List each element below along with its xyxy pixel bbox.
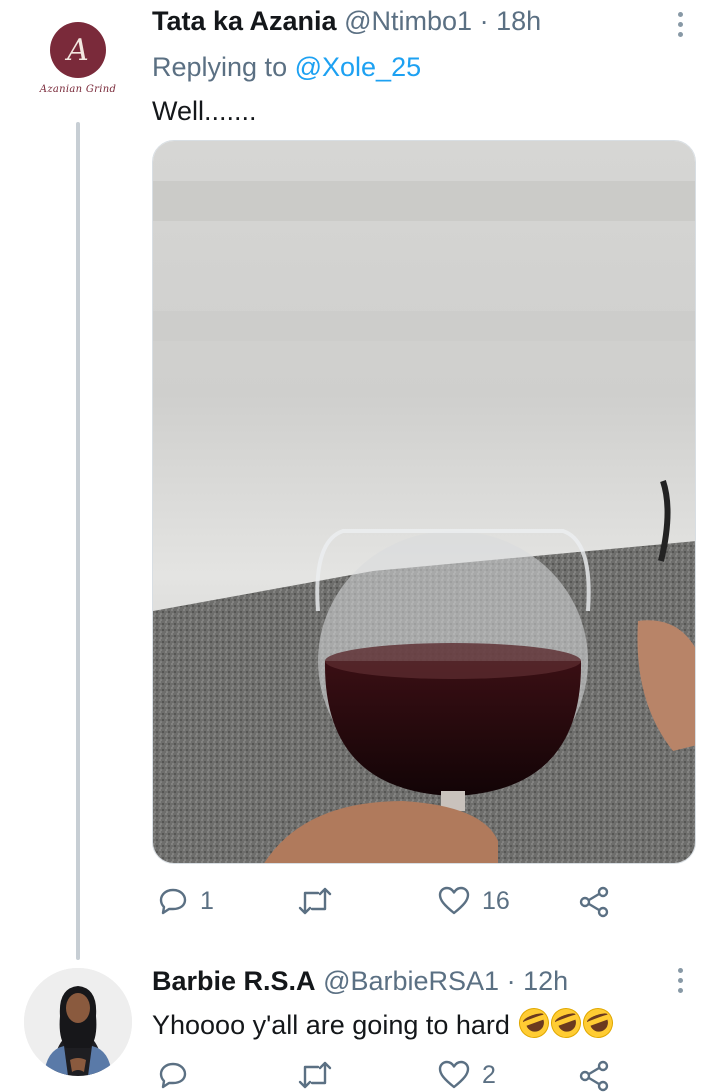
reply-action[interactable]: 1 <box>158 886 214 916</box>
share-icon <box>579 1060 609 1092</box>
author-handle[interactable]: @Ntimbo1 <box>344 6 472 36</box>
more-vertical-icon[interactable] <box>678 12 686 37</box>
author-name[interactable]: Barbie R.S.A <box>152 966 316 996</box>
like-action[interactable]: 2 <box>438 1060 496 1090</box>
avatar[interactable]: A Azanian Grind <box>30 14 126 110</box>
tweet-photo[interactable] <box>152 140 696 864</box>
tweet-actions: 1 16 <box>152 886 672 926</box>
logo-wordmark: Azanian Grind <box>39 84 117 95</box>
thread-connector-line <box>76 122 80 960</box>
tweet-text: Well....... <box>152 96 257 126</box>
heart-icon <box>438 1060 470 1089</box>
retweet-action[interactable] <box>298 1060 344 1090</box>
like-action[interactable]: 16 <box>438 886 510 916</box>
avatar[interactable] <box>24 968 132 1076</box>
author-name[interactable]: Tata ka Azania <box>152 6 337 36</box>
replying-mention-link[interactable]: @Xole_25 <box>295 52 422 82</box>
share-icon <box>579 886 609 918</box>
wine-glass-photo <box>153 141 695 863</box>
timestamp[interactable]: 12h <box>523 966 568 996</box>
more-vertical-icon[interactable] <box>678 968 686 993</box>
tweet-text-body: Yhoooo y'all are going to hard <box>152 1010 510 1040</box>
like-count: 2 <box>482 1060 496 1089</box>
tweet-text: Yhoooo y'all are going to hard <box>152 1003 618 1043</box>
retweet-action[interactable] <box>298 886 344 916</box>
separator: · <box>506 966 516 996</box>
heart-icon <box>438 886 470 915</box>
retweet-icon <box>298 1061 332 1089</box>
replying-label: Replying to <box>152 52 288 82</box>
timestamp[interactable]: 18h <box>496 6 541 36</box>
reply-count: 1 <box>200 886 214 915</box>
rolling-on-floor-laughing-emoji-icon <box>515 1003 554 1043</box>
profile-photo <box>24 968 132 1076</box>
rolling-on-floor-laughing-emoji-icon <box>547 1003 586 1043</box>
logo-letter: A <box>67 32 89 68</box>
tweet-actions: 2 <box>152 1060 672 1092</box>
retweet-icon <box>298 887 332 915</box>
share-action[interactable] <box>578 1060 610 1092</box>
reply-icon <box>159 1062 187 1089</box>
replying-to: Replying to @Xole_25 <box>152 52 421 83</box>
reply-icon <box>159 888 187 915</box>
share-action[interactable] <box>578 886 610 918</box>
brand-logo: A <box>50 22 106 78</box>
tweet-header: Tata ka Azania @Ntimbo1 · 18h <box>152 8 541 35</box>
separator: · <box>479 6 489 36</box>
tweet-header: Barbie R.S.A @BarbieRSA1 · 12h <box>152 968 568 995</box>
rolling-on-floor-laughing-emoji-icon <box>579 1003 618 1043</box>
like-count: 16 <box>482 886 510 915</box>
reply-action[interactable] <box>158 1060 200 1090</box>
tweet[interactable]: A Azanian Grind Tata ka Azania @Ntimbo1 … <box>0 0 720 960</box>
author-handle[interactable]: @BarbieRSA1 <box>323 966 499 996</box>
